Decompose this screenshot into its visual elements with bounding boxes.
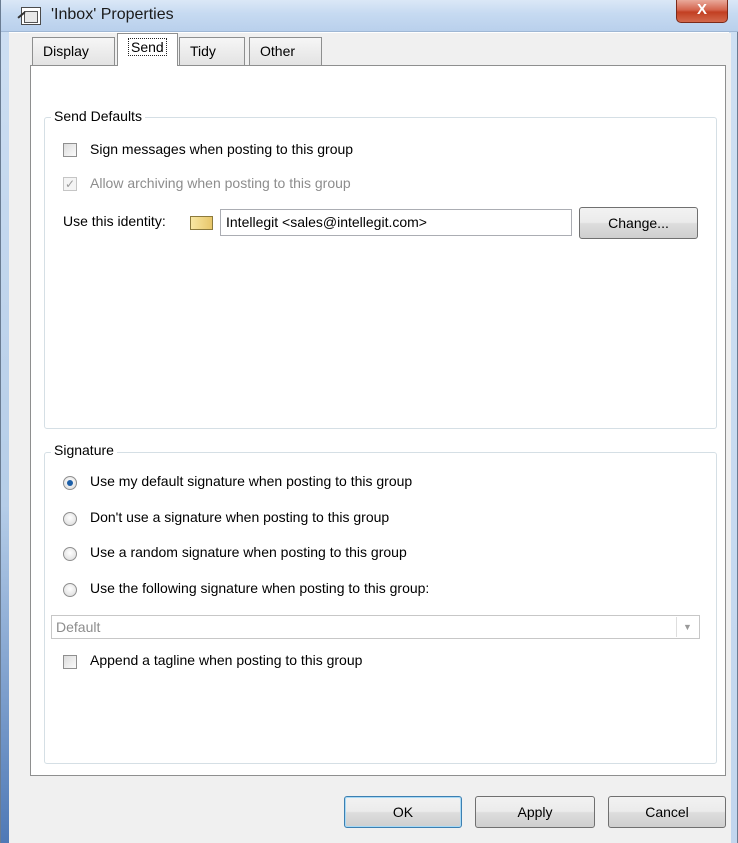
- identity-field[interactable]: Intellegit <sales@intellegit.com>: [220, 209, 572, 236]
- radio-random-signature[interactable]: [63, 547, 77, 561]
- tab-tidy[interactable]: Tidy: [179, 37, 245, 65]
- properties-icon: [21, 7, 41, 25]
- sign-messages-text: Sign messages when posting to this group: [90, 141, 354, 157]
- tab-other[interactable]: Other: [249, 37, 322, 65]
- title-bar: 'Inbox' Properties X: [1, 0, 738, 32]
- change-identity-button[interactable]: Change...: [579, 207, 698, 239]
- identity-label: Use this identity:: [63, 213, 166, 229]
- radio-no-signature[interactable]: [63, 512, 77, 526]
- apply-button[interactable]: Apply: [475, 796, 595, 828]
- signature-dropdown[interactable]: Default ▼: [51, 615, 700, 639]
- send-defaults-label: Send Defaults: [51, 108, 145, 124]
- radio-random-signature-label: Use a random signature when posting to t…: [90, 544, 407, 560]
- tab-display-label: Display: [43, 43, 89, 59]
- radio-default-signature-label: Use my default signature when posting to…: [90, 473, 413, 489]
- append-tagline-checkbox[interactable]: [63, 655, 77, 669]
- allow-archiving-checkbox[interactable]: ✓: [63, 177, 77, 191]
- close-button[interactable]: X: [676, 0, 728, 23]
- radio-default-signature[interactable]: [63, 476, 77, 490]
- sign-messages-checkbox[interactable]: [63, 143, 77, 157]
- tab-send[interactable]: Send: [117, 33, 178, 66]
- properties-dialog: 'Inbox' Properties X Display Send Tidy O…: [0, 0, 738, 843]
- window-title: 'Inbox' Properties: [51, 6, 174, 23]
- chevron-down-icon: ▼: [676, 617, 698, 637]
- tab-tidy-label: Tidy: [190, 43, 216, 59]
- close-icon: X: [696, 1, 707, 18]
- send-defaults-group: [44, 117, 717, 429]
- sign-messages-label: Sign messages when posting to this group: [90, 141, 353, 157]
- tab-other-label: Other: [260, 43, 296, 59]
- signature-group: [44, 452, 717, 764]
- radio-following-signature-label: Use the following signature when posting…: [90, 580, 430, 596]
- append-tagline-label: Append a tagline when posting to this gr…: [90, 652, 363, 668]
- window-frame-left: [1, 0, 9, 843]
- radio-following-signature[interactable]: [63, 583, 77, 597]
- identity-card-icon: [190, 216, 213, 230]
- radio-no-signature-label: Don't use a signature when posting to th…: [90, 509, 390, 525]
- cancel-button[interactable]: Cancel: [608, 796, 726, 828]
- allow-archiving-text: Allow archiving when posting to this gro…: [90, 175, 351, 191]
- tab-display[interactable]: Display: [32, 37, 115, 65]
- allow-archiving-label: Allow archiving when posting to this gro…: [90, 175, 351, 191]
- ok-button[interactable]: OK: [344, 796, 462, 828]
- signature-dropdown-value: Default: [56, 619, 101, 635]
- signature-label: Signature: [51, 442, 117, 458]
- tab-send-label: Send: [128, 38, 167, 56]
